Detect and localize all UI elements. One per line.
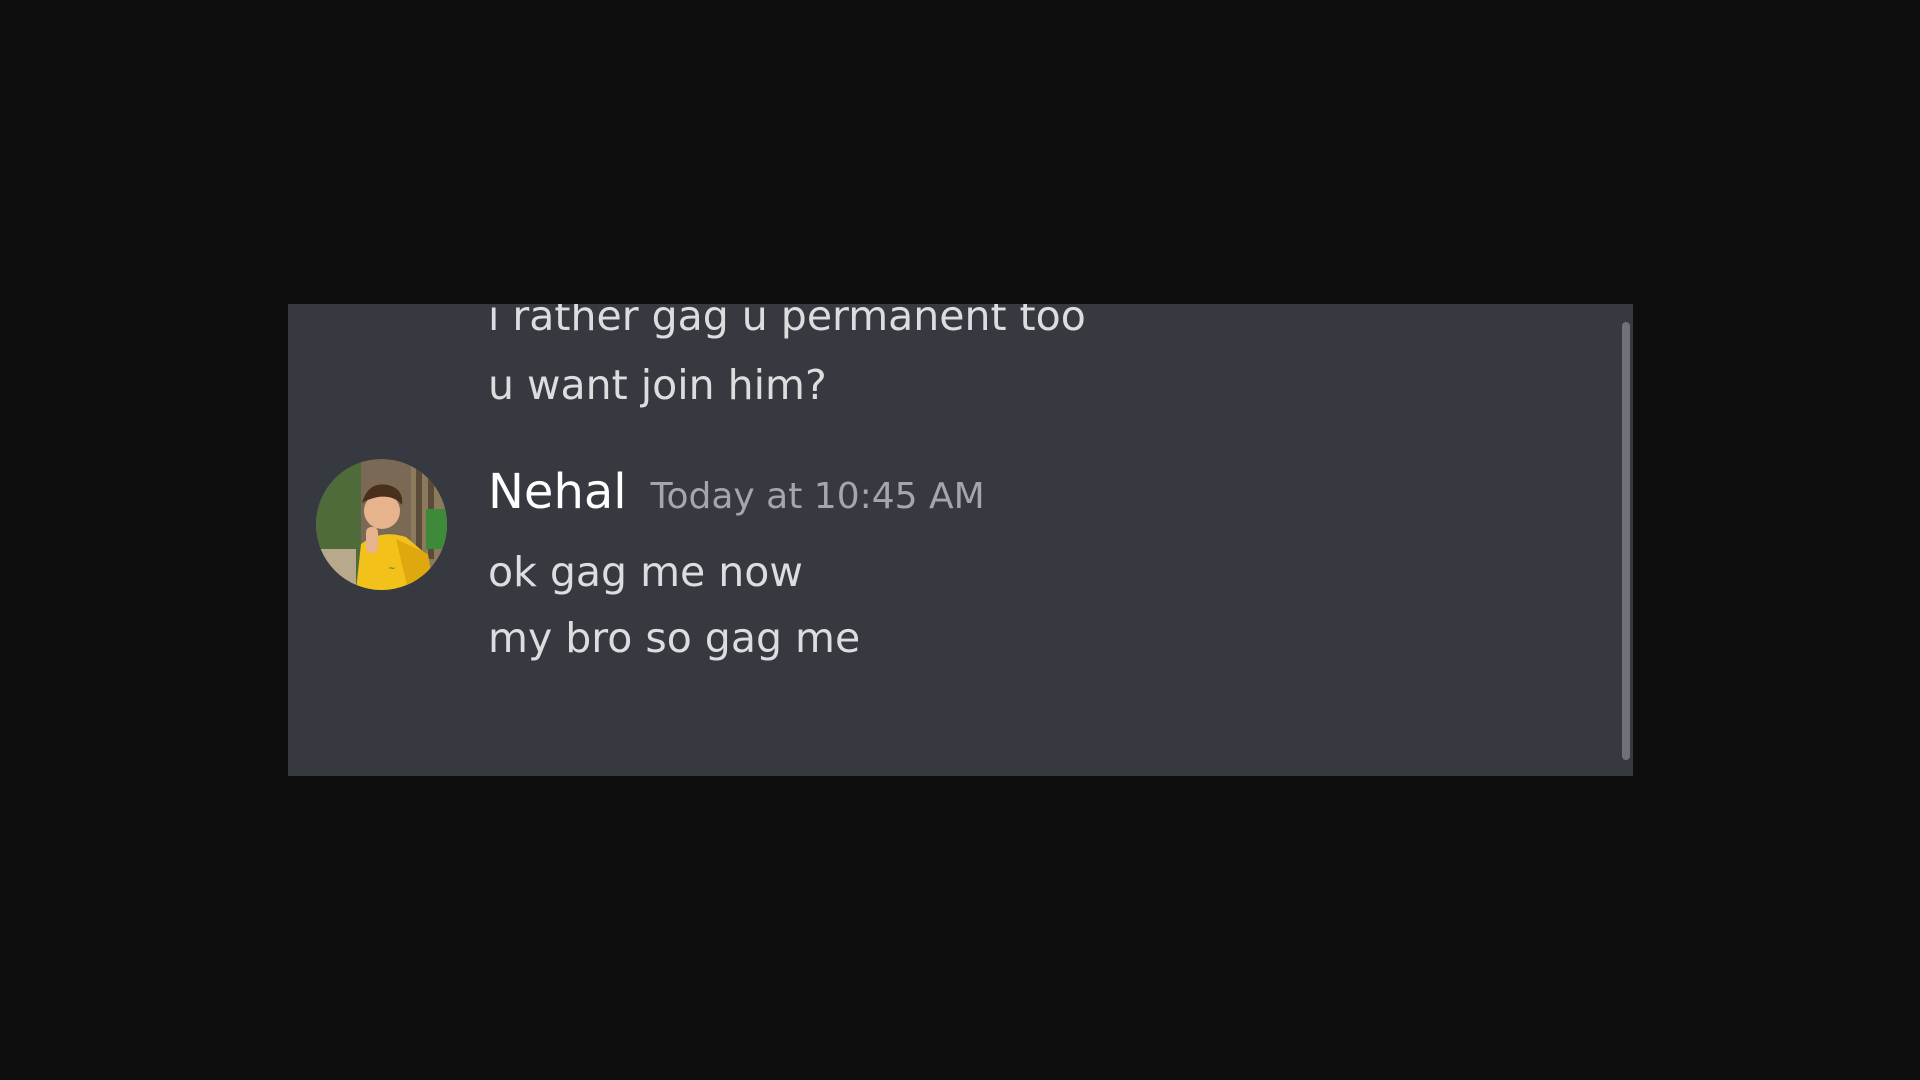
author-name[interactable]: Nehal xyxy=(488,464,627,520)
message-line: ok gag me now xyxy=(488,548,803,596)
message-timestamp[interactable]: Today at 10:45 AM xyxy=(651,469,985,525)
message-line: u want join him? xyxy=(488,361,827,409)
user-avatar-photo-icon: ~ xyxy=(316,459,447,590)
svg-text:~: ~ xyxy=(388,564,396,574)
message-header: Nehal Today at 10:45 AM xyxy=(488,464,985,525)
message-line: i rather gag u permanent too xyxy=(488,304,1086,340)
avatar[interactable]: ~ xyxy=(316,459,447,590)
chat-panel: i rather gag u permanent too u want join… xyxy=(288,304,1633,776)
scrollbar-thumb[interactable] xyxy=(1622,322,1630,760)
message-line: my bro so gag me xyxy=(488,614,861,662)
